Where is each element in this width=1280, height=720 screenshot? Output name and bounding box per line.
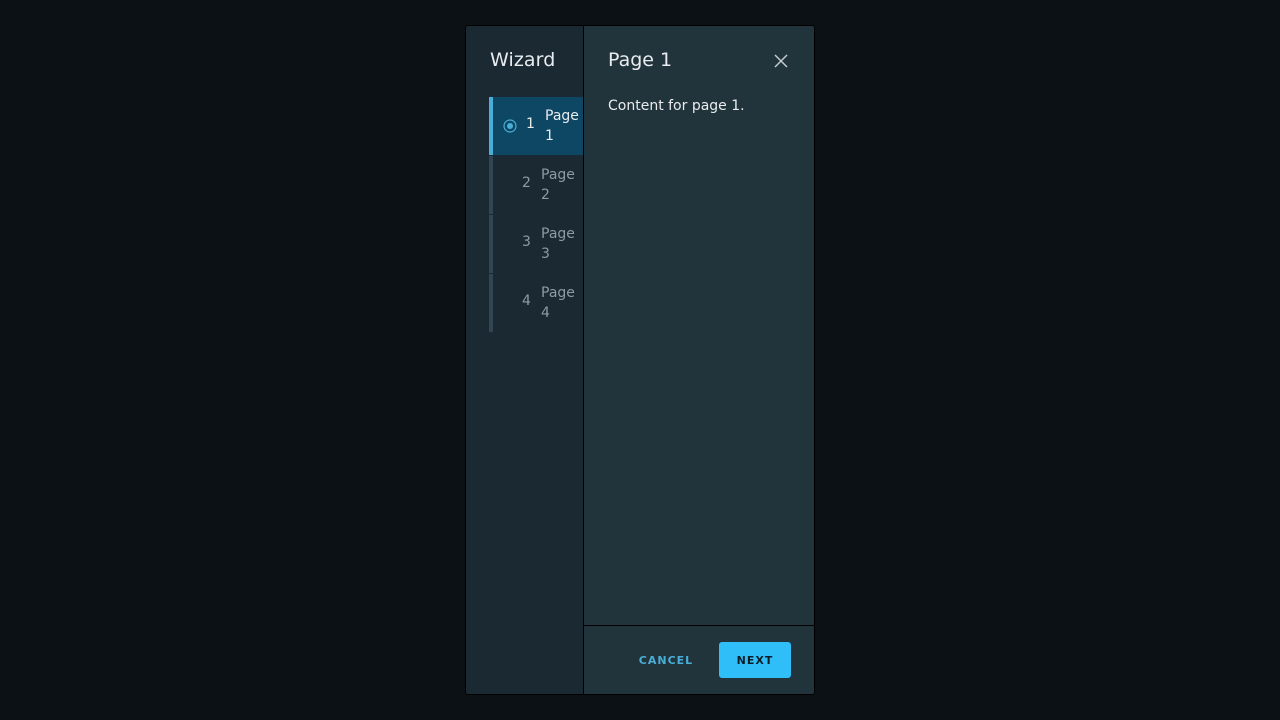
step-item-4[interactable]: 4 Page 4 xyxy=(489,274,583,332)
step-label: Page 3 xyxy=(541,226,575,262)
wizard-footer: CANCEL NEXT xyxy=(584,625,814,694)
step-number: 2 xyxy=(522,175,531,191)
wizard-title: Wizard xyxy=(490,49,556,71)
radio-dot-icon xyxy=(503,118,517,133)
wizard-stepnav: Wizard 1 Page 1 2 Page 2 3 Page 3 4 Page… xyxy=(466,26,584,694)
step-label: Page 4 xyxy=(541,285,575,321)
step-item-2[interactable]: 2 Page 2 xyxy=(489,156,583,214)
close-button[interactable] xyxy=(772,52,790,70)
step-number: 4 xyxy=(522,293,531,309)
page-title: Page 1 xyxy=(608,49,673,71)
step-number: 1 xyxy=(526,116,535,132)
step-label: Page 1 xyxy=(545,108,579,144)
wizard-content-pane: Page 1 Content for page 1. CANCEL NEXT xyxy=(584,26,814,694)
step-number: 3 xyxy=(522,234,531,250)
cancel-button[interactable]: CANCEL xyxy=(628,642,704,678)
page-body-text: Content for page 1. xyxy=(608,98,745,114)
step-label: Page 2 xyxy=(541,167,575,203)
step-item-1[interactable]: 1 Page 1 xyxy=(489,97,583,155)
step-list: 1 Page 1 2 Page 2 3 Page 3 4 Page 4 xyxy=(489,97,583,333)
wizard-modal: Wizard 1 Page 1 2 Page 2 3 Page 3 4 Page… xyxy=(465,25,815,695)
close-icon xyxy=(772,54,790,73)
step-item-3[interactable]: 3 Page 3 xyxy=(489,215,583,273)
next-button[interactable]: NEXT xyxy=(719,642,791,678)
